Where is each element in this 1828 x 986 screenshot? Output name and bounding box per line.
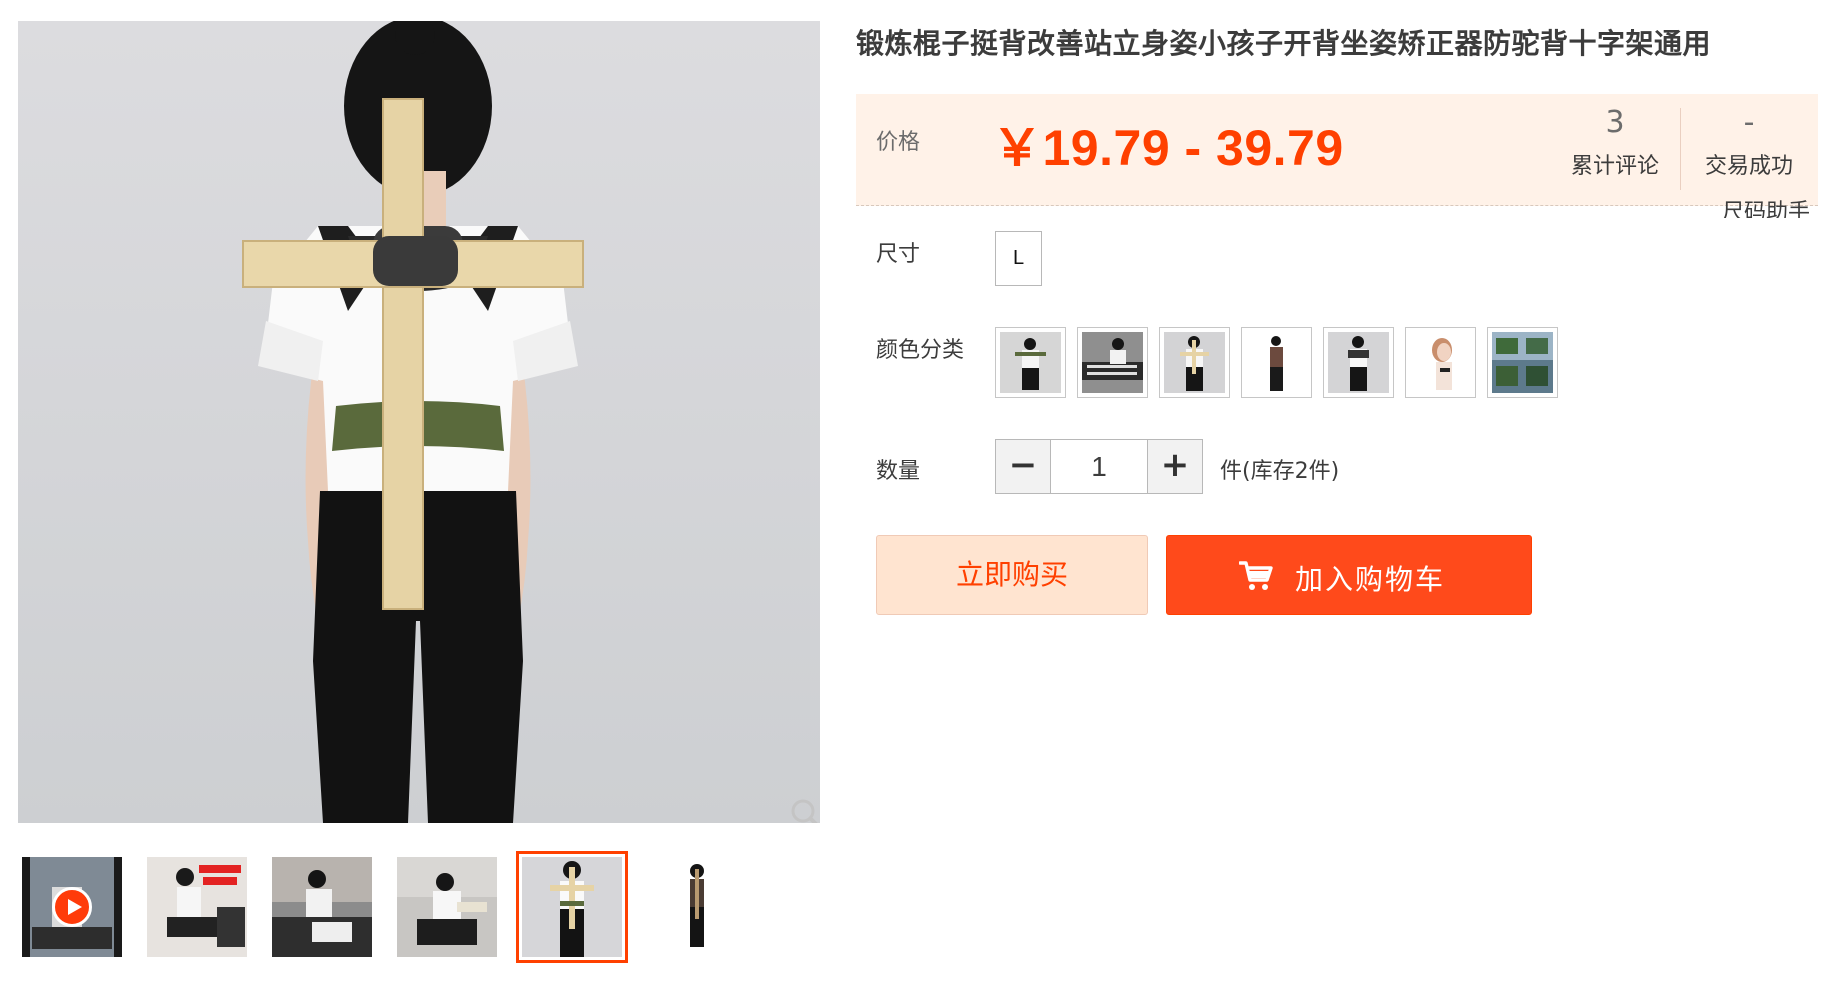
gallery-thumbnail-video[interactable] — [22, 857, 122, 957]
reviews-stat[interactable]: 3 累计评论 — [1550, 102, 1680, 180]
gallery-thumbnail[interactable] — [147, 857, 247, 957]
main-product-image[interactable] — [18, 21, 820, 823]
price-panel: 价格 ￥19.79 - 39.79 3 累计评论 - 交易成功 — [856, 94, 1818, 206]
quantity-input[interactable] — [1051, 440, 1147, 493]
reviews-label: 累计评论 — [1570, 154, 1659, 179]
color-swatch[interactable] — [1077, 327, 1148, 398]
magnifier-icon[interactable] — [788, 796, 820, 823]
gallery-thumbnail[interactable] — [272, 857, 372, 957]
color-swatch[interactable] — [1159, 327, 1230, 398]
size-helper-link[interactable]: 尺码助手 — [1722, 196, 1810, 218]
play-icon[interactable] — [52, 887, 92, 927]
size-option-l[interactable]: L — [995, 231, 1042, 286]
buy-now-button[interactable]: 立即购买 — [876, 535, 1148, 615]
sales-stat: - 交易成功 — [1684, 102, 1814, 180]
price-range: ￥19.79 - 39.79 — [992, 120, 1344, 176]
stock-text: 件(库存2件) — [1220, 459, 1340, 484]
add-to-cart-button[interactable]: 加入购物车 — [1166, 535, 1532, 615]
product-title: 锻炼棍子挺背改善站立身姿小孩子开背坐姿矫正器防驼背十字架通用 — [856, 27, 1712, 60]
color-swatch[interactable] — [995, 327, 1066, 398]
gallery-thumbnail[interactable] — [647, 857, 747, 957]
quantity-stepper: − + — [995, 439, 1203, 494]
color-swatch[interactable] — [1487, 327, 1558, 398]
color-swatch[interactable] — [1241, 327, 1312, 398]
quantity-increase-button[interactable]: + — [1147, 440, 1202, 493]
quantity-decrease-button[interactable]: − — [996, 440, 1051, 493]
sales-label: 交易成功 — [1704, 154, 1793, 179]
add-to-cart-label: 加入购物车 — [1295, 563, 1446, 596]
reviews-count: 3 — [1605, 105, 1625, 140]
stat-divider — [1680, 108, 1681, 190]
color-label: 颜色分类 — [876, 338, 965, 363]
gallery-thumbnail[interactable] — [397, 857, 497, 957]
sales-count: - — [1743, 105, 1755, 140]
size-label: 尺寸 — [876, 242, 921, 267]
color-swatch[interactable] — [1323, 327, 1394, 398]
color-swatch[interactable] — [1405, 327, 1476, 398]
quantity-label: 数量 — [876, 459, 921, 484]
price-label: 价格 — [876, 130, 921, 155]
gallery-thumbnail-active[interactable] — [516, 851, 628, 963]
cart-icon — [1239, 561, 1273, 590]
